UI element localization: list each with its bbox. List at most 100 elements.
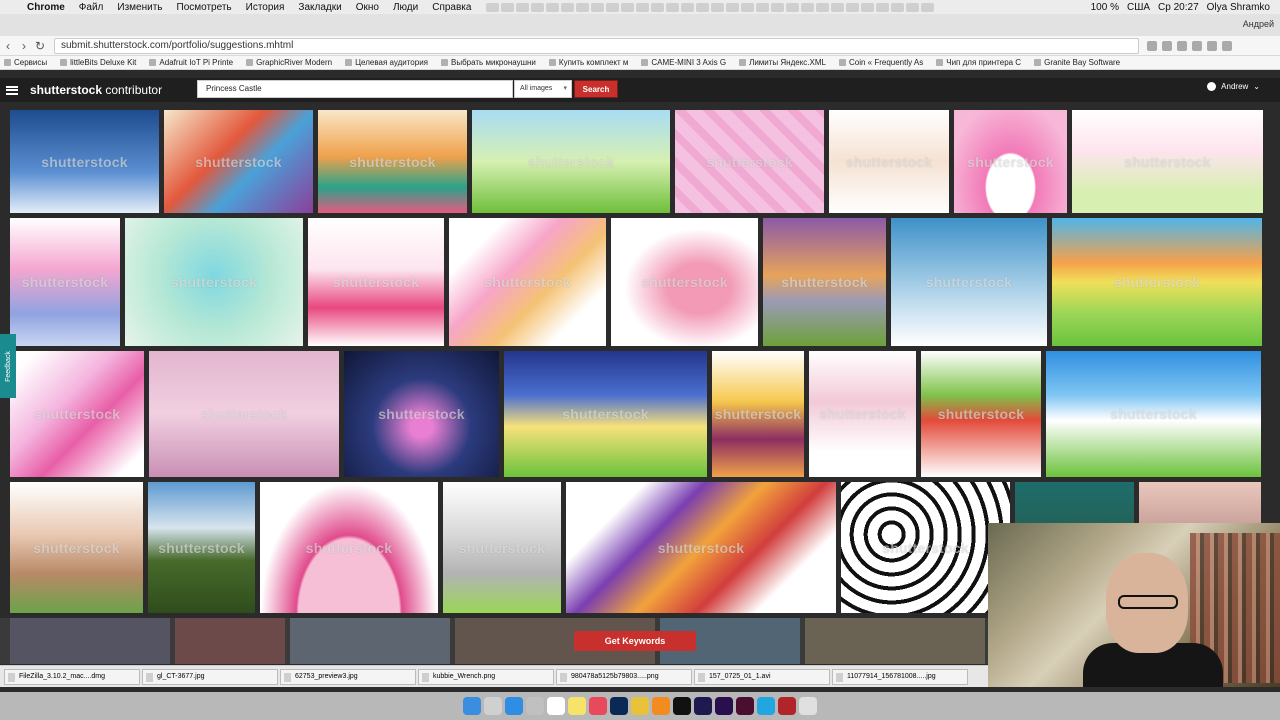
image-tile[interactable]: shutterstock	[10, 482, 143, 613]
browser-tab-icons[interactable]	[486, 2, 935, 12]
image-tile[interactable]: shutterstock	[10, 218, 120, 346]
image-tile[interactable]: shutterstock	[763, 218, 886, 346]
bookmark[interactable]: Выбрать микронаушни	[437, 58, 545, 67]
chevron-down-icon: ⌄	[1253, 82, 1260, 91]
image-tile[interactable]: shutterstock	[504, 351, 707, 477]
launchpad-icon[interactable]	[484, 697, 502, 715]
battery-status[interactable]: 100 %	[1091, 2, 1119, 13]
download-item[interactable]: 157_0725_01_1.avi	[694, 668, 830, 685]
profile-label[interactable]: Андрей	[1243, 19, 1274, 29]
image-tile[interactable]: shutterstock	[712, 351, 804, 477]
menu-bookmarks[interactable]: Закладки	[291, 2, 348, 13]
filezilla-icon[interactable]	[778, 697, 796, 715]
image-tile[interactable]: shutterstock	[164, 110, 313, 213]
bookmark[interactable]: GraphicRiver Modern	[242, 58, 341, 67]
menu-edit[interactable]: Изменить	[110, 2, 169, 13]
back-icon[interactable]: ‹	[0, 39, 16, 53]
bookmark[interactable]: littleBits Deluxe Kit	[56, 58, 145, 67]
webcam-overlay	[988, 523, 1280, 687]
download-item[interactable]: 11077914_156781008.....jpg	[832, 668, 968, 685]
image-tile[interactable]: shutterstock	[443, 482, 561, 613]
forward-icon[interactable]: ›	[16, 39, 32, 53]
bookmark[interactable]: Целевая аудитория	[341, 58, 437, 67]
bookmark[interactable]: CAME-MINI 3 Axis G	[637, 58, 735, 67]
notes-icon[interactable]	[568, 697, 586, 715]
site-logo[interactable]: shutterstock contributor	[30, 83, 162, 97]
download-item[interactable]: 980478a5125b79803.....png	[556, 668, 692, 685]
user-menu[interactable]: Andrew ⌄	[1207, 82, 1260, 91]
chrome-icon[interactable]	[631, 697, 649, 715]
bookmark[interactable]: Coin « Frequently As	[835, 58, 932, 67]
image-tile[interactable]: shutterstock	[472, 110, 670, 213]
image-tile[interactable]: shutterstock	[1072, 110, 1263, 213]
image-tile[interactable]: shutterstock	[10, 351, 144, 477]
bookmark[interactable]: Adafruit IoT Pi Printe	[145, 58, 242, 67]
bookmark[interactable]: Granite Bay Software	[1030, 58, 1129, 67]
feedback-tab[interactable]: Feedback	[0, 334, 16, 398]
clock[interactable]: Ср 20:27	[1158, 2, 1199, 13]
image-tile[interactable]: shutterstock	[149, 351, 339, 477]
image-tile[interactable]: shutterstock	[675, 110, 824, 213]
menu-app[interactable]: Chrome	[20, 2, 72, 13]
browser-tab-strip[interactable]: Андрей	[0, 14, 1280, 36]
site-header: shutterstock contributor	[0, 78, 1280, 102]
image-tile[interactable]: shutterstock	[841, 482, 1010, 613]
search-button[interactable]: Search	[574, 80, 618, 98]
menu-window[interactable]: Окно	[349, 2, 386, 13]
image-tile[interactable]: shutterstock	[260, 482, 438, 613]
indesign-icon[interactable]	[736, 697, 754, 715]
image-tile[interactable]: shutterstock	[566, 482, 836, 613]
download-item[interactable]: kubbie_Wrench.png	[418, 668, 554, 685]
finder-icon[interactable]	[463, 697, 481, 715]
menu-file[interactable]: Файл	[72, 2, 111, 13]
image-tile[interactable]: shutterstock	[829, 110, 949, 213]
user-icon	[1207, 82, 1217, 91]
reload-icon[interactable]: ↻	[32, 39, 48, 53]
after-effects-icon[interactable]	[694, 697, 712, 715]
vlc-icon[interactable]	[652, 697, 670, 715]
menu-history[interactable]: История	[239, 2, 292, 13]
image-tile[interactable]: shutterstock	[954, 110, 1067, 213]
bookmark[interactable]: Сервисы	[0, 58, 56, 67]
bookmarks-bar: Сервисы littleBits Deluxe Kit Adafruit I…	[0, 56, 1280, 70]
menu-help[interactable]: Справка	[425, 2, 478, 13]
skype-icon[interactable]	[757, 697, 775, 715]
address-bar[interactable]: submit.shutterstock.com/portfolio/sugges…	[54, 37, 1139, 54]
bookmark[interactable]: Лимиты Яндекс.XML	[735, 58, 835, 67]
image-tile[interactable]: shutterstock	[611, 218, 758, 346]
image-tile[interactable]: shutterstock	[148, 482, 255, 613]
terminal-icon[interactable]	[673, 697, 691, 715]
calendar-icon[interactable]	[547, 697, 565, 715]
music-icon[interactable]	[589, 697, 607, 715]
trash-icon[interactable]	[799, 697, 817, 715]
get-keywords-button[interactable]: Get Keywords	[574, 631, 696, 651]
mail-icon[interactable]	[526, 697, 544, 715]
image-tile[interactable]: shutterstock	[449, 218, 606, 346]
search-input[interactable]: Princess Castle	[197, 80, 513, 98]
image-tile[interactable]: shutterstock	[1046, 351, 1261, 477]
image-tile[interactable]: shutterstock	[125, 218, 303, 346]
bookmark[interactable]: Купить комплект м	[545, 58, 637, 67]
menu-people[interactable]: Люди	[386, 2, 425, 13]
extension-icons[interactable]	[1147, 40, 1232, 51]
safari-icon[interactable]	[505, 697, 523, 715]
hamburger-menu-icon[interactable]	[6, 85, 18, 95]
current-user[interactable]: Olya Shramko	[1207, 2, 1270, 13]
keyboard-layout[interactable]: США	[1127, 2, 1150, 13]
image-tile[interactable]: shutterstock	[318, 110, 467, 213]
image-tile[interactable]: shutterstock	[10, 110, 159, 213]
download-item[interactable]: FileZilla_3.10.2_mac....dmg	[4, 668, 140, 685]
image-tile[interactable]: shutterstock	[344, 351, 499, 477]
image-tile[interactable]: shutterstock	[891, 218, 1047, 346]
image-tile[interactable]: shutterstock	[809, 351, 916, 477]
download-item[interactable]: 62753_preview3.jpg	[280, 668, 416, 685]
download-item[interactable]: gl_CT-3677.jpg	[142, 668, 278, 685]
image-type-select[interactable]: All images	[514, 80, 572, 98]
image-tile[interactable]: shutterstock	[1052, 218, 1262, 346]
image-tile[interactable]: shutterstock	[921, 351, 1041, 477]
image-tile[interactable]: shutterstock	[308, 218, 444, 346]
photoshop-icon[interactable]	[610, 697, 628, 715]
premiere-icon[interactable]	[715, 697, 733, 715]
menu-view[interactable]: Посмотреть	[170, 2, 239, 13]
bookmark[interactable]: Чип для принтера С	[932, 58, 1030, 67]
